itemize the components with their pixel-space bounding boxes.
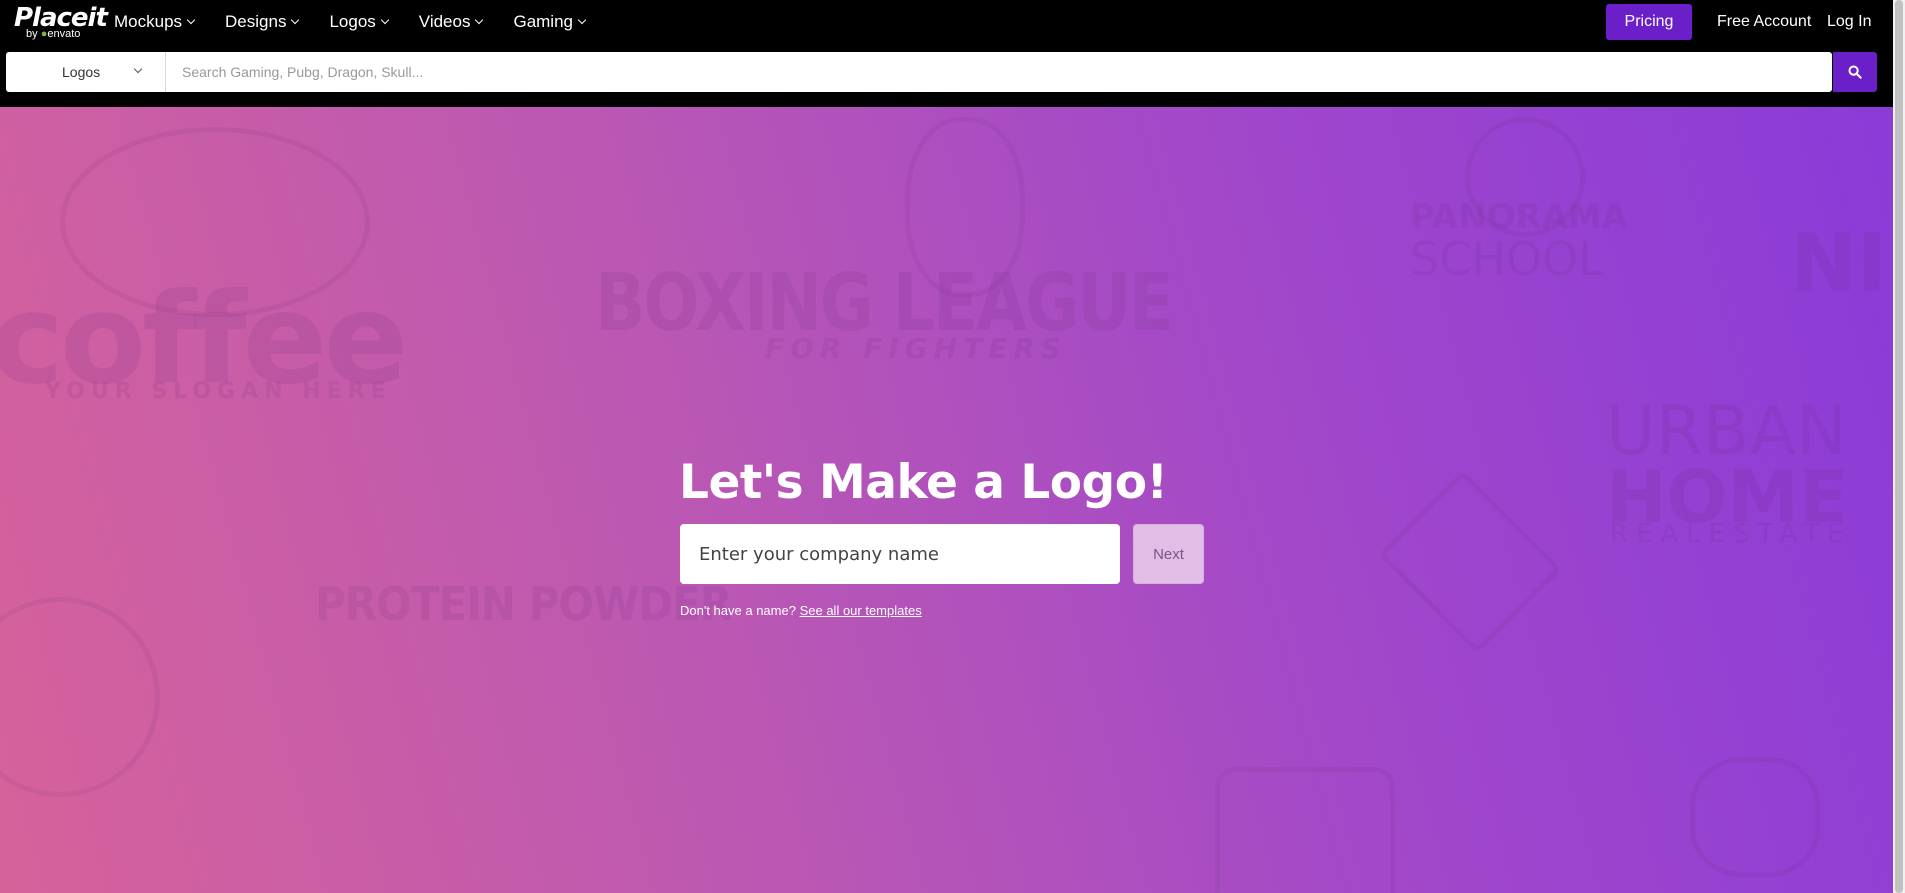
search-category-label: Logos [62, 64, 101, 80]
main-nav: Mockups Designs Logos Videos Gaming [114, 0, 616, 44]
bg-logo-ni: NI [1790, 217, 1887, 310]
bg-heart-shape [1690, 757, 1820, 877]
nav-gaming-label: Gaming [513, 12, 573, 31]
bg-logo-coffee-slogan: YOUR SLOGAN HERE [45, 379, 392, 404]
free-account-link[interactable]: Free Account [1717, 0, 1811, 44]
login-link[interactable]: Log In [1827, 0, 1871, 44]
chevron-down-icon [291, 15, 300, 25]
search-category-select[interactable]: Logos [6, 52, 166, 92]
chevron-down-icon [380, 15, 390, 25]
bg-ring-shape [0, 597, 160, 797]
top-navigation-bar: Placeit by ●envato Mockups Designs Logos… [0, 0, 1893, 107]
search-bar: Logos [6, 52, 1832, 92]
bg-logo-panorama: PANORAMA [1410, 197, 1629, 237]
chevron-down-icon [186, 15, 196, 25]
bg-logo-protein: PROTEIN POWDER [315, 577, 732, 631]
logo-byline: by ●envato [26, 28, 80, 40]
bg-house-shape [1378, 470, 1562, 654]
logo-byline-prefix: by [26, 28, 38, 40]
search-button[interactable] [1833, 52, 1877, 92]
search-icon [1848, 65, 1862, 79]
nav-videos-label: Videos [418, 12, 471, 31]
hero-section: coffee YOUR SLOGAN HERE BOXING LEAGUE FO… [0, 107, 1893, 893]
bg-logo-realestate: REALESTATE [1610, 519, 1852, 549]
next-button[interactable]: Next [1133, 524, 1204, 584]
scrollbar-thumb[interactable] [1895, 0, 1903, 893]
nav-logos-label: Logos [329, 12, 376, 31]
bg-logo-school: SCHOOL [1410, 232, 1604, 286]
nav-mockups-label: Mockups [114, 12, 183, 31]
chevron-down-icon [133, 64, 143, 74]
bg-logo-boxing-sub: FOR FIGHTERS [765, 332, 1068, 365]
logo-byline-name: envato [47, 28, 81, 40]
chevron-down-icon [577, 15, 587, 25]
nav-designs[interactable]: Designs [225, 12, 300, 32]
search-input[interactable] [166, 52, 1826, 92]
nav-mockups[interactable]: Mockups [114, 12, 196, 32]
nav-designs-label: Designs [225, 12, 287, 31]
company-name-input[interactable] [680, 524, 1120, 584]
placeit-logo[interactable]: Placeit by ●envato [14, 4, 108, 40]
nav-videos[interactable]: Videos [418, 12, 484, 32]
nav-logos[interactable]: Logos [329, 12, 390, 32]
chevron-down-icon [475, 15, 484, 25]
see-all-templates-link[interactable]: See all our templates [800, 603, 922, 618]
hint-text: Don't have a name? [680, 603, 796, 618]
nav-gaming[interactable]: Gaming [513, 12, 587, 32]
no-name-hint: Don't have a name? See all our templates [680, 603, 922, 618]
page-scrollbar[interactable] [1893, 0, 1905, 893]
hero-headline: Let's Make a Logo! [679, 455, 1168, 510]
pricing-button[interactable]: Pricing [1606, 4, 1692, 40]
bg-hexagon-shape [1215, 767, 1395, 893]
